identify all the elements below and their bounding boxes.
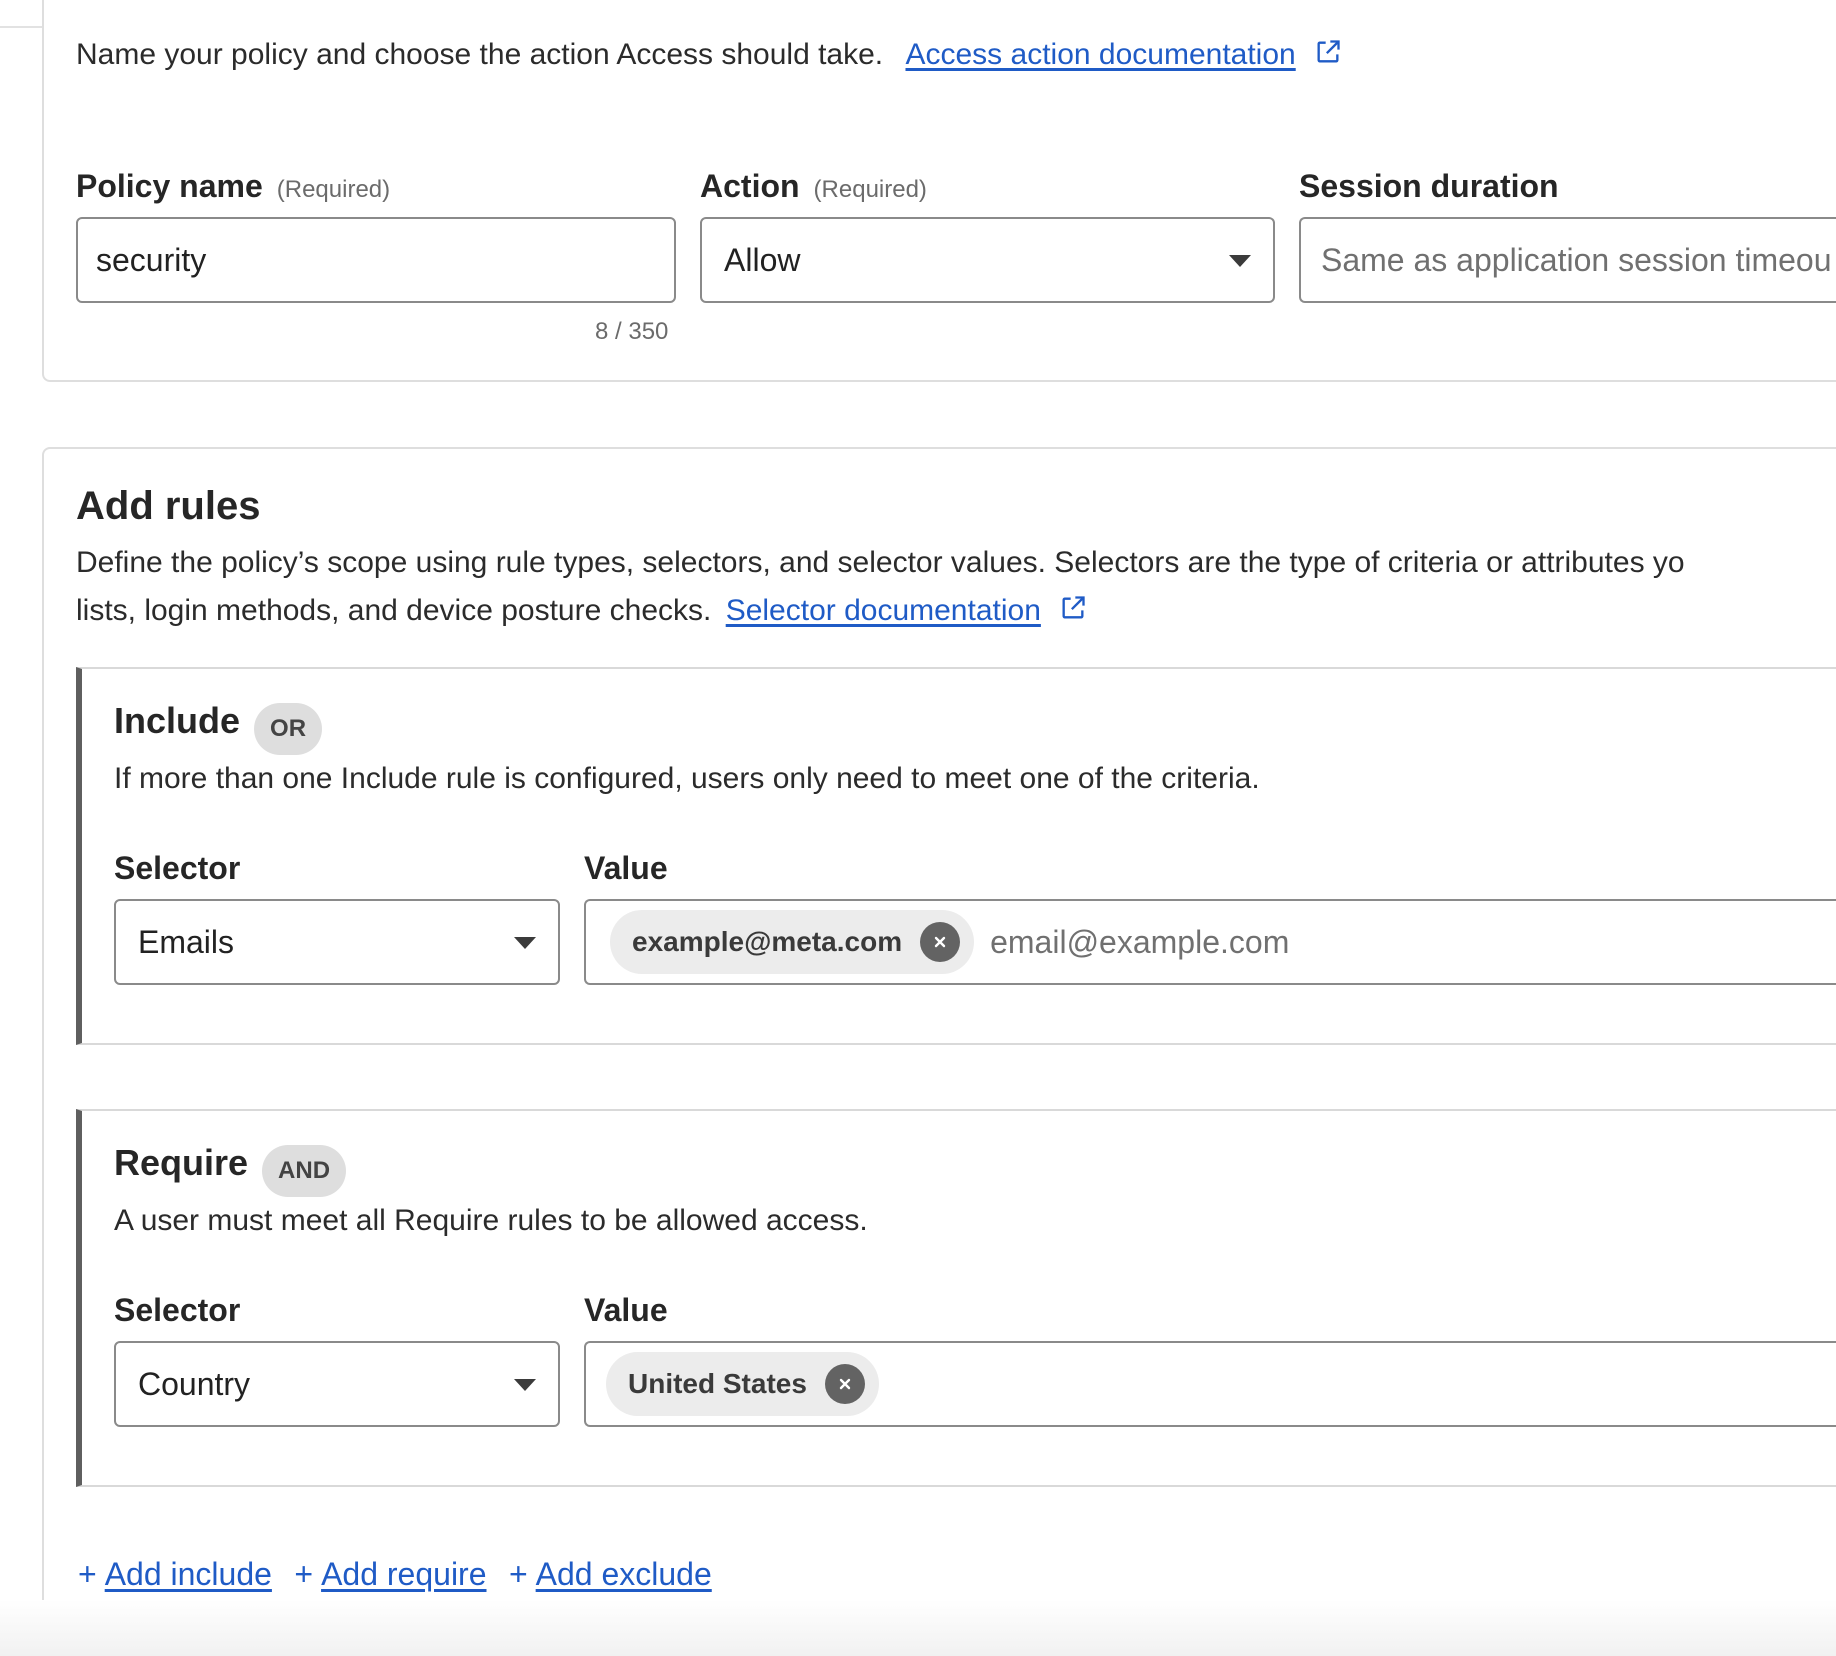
external-link-icon[interactable]	[1314, 38, 1342, 74]
action-value: Allow	[724, 241, 801, 278]
require-description: A user must meet all Require rules to be…	[114, 1204, 868, 1237]
policy-name-input[interactable]: security	[76, 217, 676, 303]
selector-doc-link[interactable]: Selector documentation	[726, 594, 1041, 627]
session-duration-label: Session duration	[1299, 168, 1559, 204]
email-placeholder: email@example.com	[990, 923, 1290, 960]
action-required: (Required)	[813, 176, 927, 203]
add-rule-links: + Add include + Add require + Add exclude	[78, 1556, 712, 1593]
add-rules-description-line2: lists, login methods, and device posture…	[76, 594, 1087, 630]
include-selector-label: Selector	[114, 850, 241, 886]
session-duration-input[interactable]: Same as application session timeou	[1299, 217, 1836, 303]
require-value-label: Value	[584, 1292, 668, 1328]
chip-remove-icon[interactable]	[920, 922, 961, 962]
action-select[interactable]: Allow	[700, 217, 1275, 303]
dropdown-caret-icon	[514, 937, 536, 949]
policy-description: Name your policy and choose the action A…	[76, 38, 1342, 74]
action-label: Action (Required)	[700, 168, 927, 204]
access-action-doc-link[interactable]: Access action documentation	[905, 38, 1295, 71]
add-rules-description-line1: Define the policy’s scope using rule typ…	[76, 546, 1685, 579]
require-selector-label: Selector	[114, 1292, 241, 1328]
add-exclude-link[interactable]: Add exclude	[536, 1556, 712, 1592]
add-rules-title: Add rules	[76, 484, 261, 528]
include-title: Include	[114, 700, 241, 741]
dropdown-caret-icon	[514, 1379, 536, 1391]
require-header: Require AND	[114, 1142, 347, 1197]
and-badge: AND	[262, 1144, 347, 1197]
include-header: Include OR	[114, 700, 323, 755]
country-chip: United States	[606, 1352, 879, 1416]
add-include-link[interactable]: Add include	[105, 1556, 272, 1592]
include-description: If more than one Include rule is configu…	[114, 762, 1260, 795]
dropdown-caret-icon	[1229, 255, 1251, 267]
chip-remove-icon[interactable]	[824, 1364, 865, 1404]
page-bottom-fade	[0, 1600, 1836, 1656]
external-link-icon[interactable]	[1059, 594, 1087, 630]
plus-icon: +	[78, 1556, 97, 1592]
include-rule-group	[76, 667, 1836, 1045]
require-value-input[interactable]: United States	[584, 1341, 1836, 1427]
require-title: Require	[114, 1142, 249, 1183]
require-selector-select[interactable]: Country	[114, 1341, 560, 1427]
or-badge: OR	[254, 702, 323, 755]
session-duration-placeholder: Same as application session timeou	[1321, 241, 1832, 278]
plus-icon: +	[294, 1556, 314, 1592]
include-selector-value: Emails	[138, 923, 235, 960]
plus-icon: +	[508, 1556, 528, 1592]
include-value-input[interactable]: example@meta.com email@example.com	[584, 899, 1836, 985]
policy-name-label: Policy name (Required)	[76, 168, 391, 204]
require-selector-value: Country	[138, 1365, 251, 1402]
email-chip: example@meta.com	[610, 910, 975, 974]
policy-name-required: (Required)	[276, 176, 391, 203]
include-value-label: Value	[584, 850, 668, 886]
add-require-link[interactable]: Add require	[321, 1556, 486, 1592]
include-selector-select[interactable]: Emails	[114, 899, 560, 985]
policy-name-value: security	[96, 241, 207, 278]
policy-name-counter: 8 / 350	[595, 318, 669, 345]
